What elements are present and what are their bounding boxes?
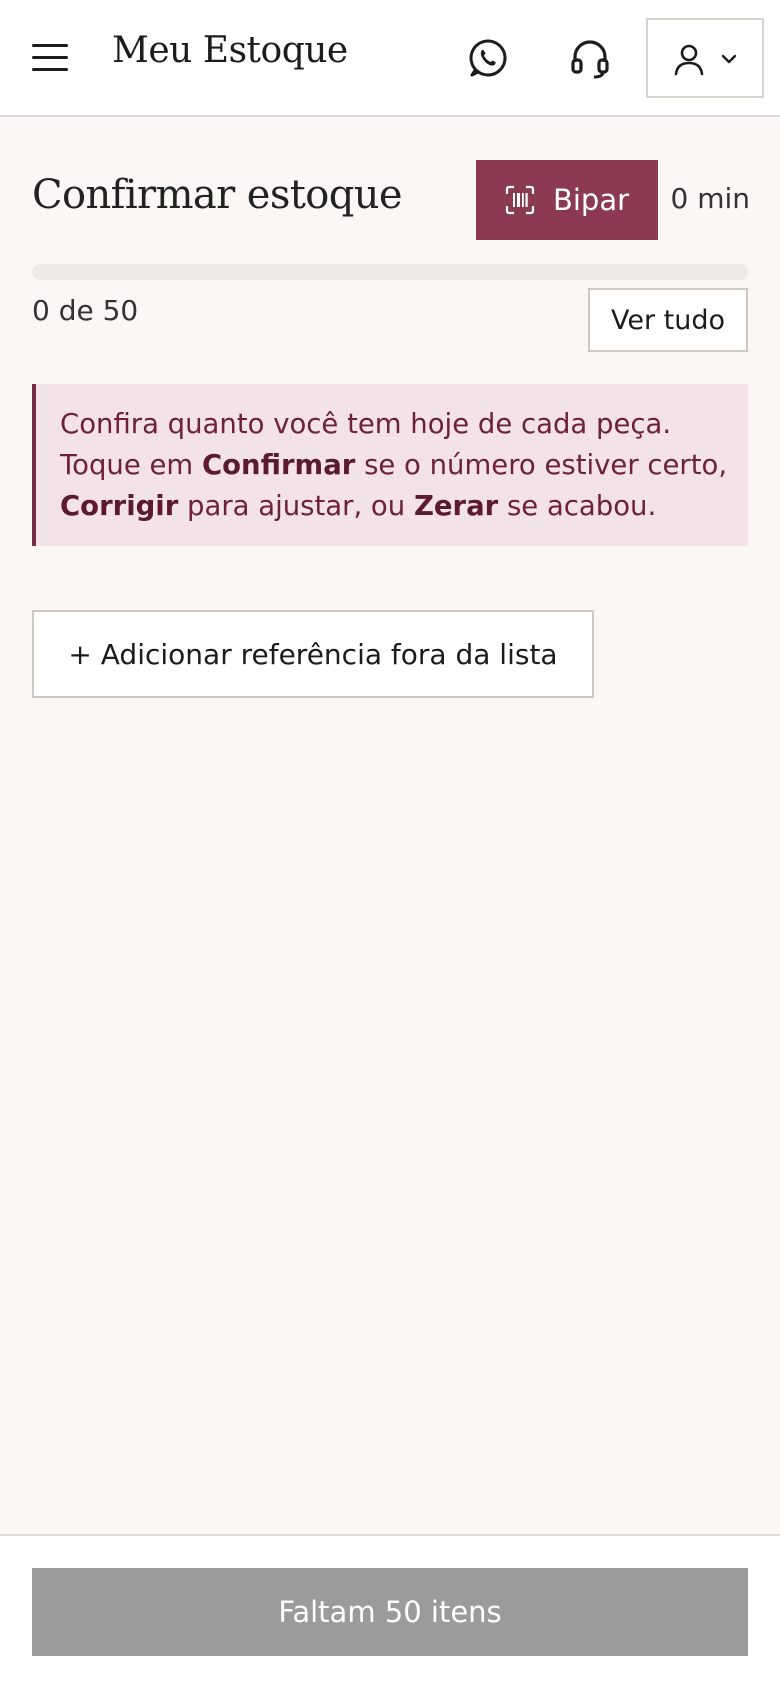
page-title: Confirmar estoque bbox=[32, 172, 403, 218]
footer-bar: Faltam 50 itens bbox=[0, 1534, 780, 1688]
chevron-down-icon bbox=[721, 54, 737, 64]
info-bold-correct: Corrigir bbox=[60, 490, 179, 522]
whatsapp-icon[interactable] bbox=[466, 36, 510, 80]
add-reference-button[interactable]: + Adicionar referência fora da lista bbox=[32, 610, 594, 698]
info-text-4: se acabou. bbox=[498, 490, 657, 522]
progress-label: 0 de 50 bbox=[32, 294, 139, 327]
barcode-scan-icon bbox=[505, 185, 535, 215]
info-text-2: se o número estiver certo, bbox=[355, 449, 728, 481]
remaining-items-button[interactable]: Faltam 50 itens bbox=[32, 1568, 748, 1656]
user-icon bbox=[674, 44, 704, 76]
scan-button-label: Bipar bbox=[552, 183, 630, 217]
app-header: Meu Estoque bbox=[0, 0, 780, 117]
info-text-3: para ajustar, ou bbox=[178, 490, 414, 522]
scan-button[interactable]: Bipar bbox=[476, 160, 658, 240]
info-bold-reset: Zerar bbox=[413, 490, 499, 522]
info-bold-confirm: Confirmar bbox=[201, 449, 356, 481]
menu-icon[interactable] bbox=[30, 40, 72, 74]
instructions-callout: Confira quanto você tem hoje de cada peç… bbox=[32, 384, 748, 546]
elapsed-timer: 0 min bbox=[670, 182, 750, 215]
see-all-button[interactable]: Ver tudo bbox=[588, 288, 748, 352]
progress-bar bbox=[32, 264, 748, 280]
headset-icon[interactable] bbox=[568, 36, 612, 80]
app-title: Meu Estoque bbox=[112, 30, 348, 71]
user-menu-button[interactable] bbox=[646, 18, 764, 98]
